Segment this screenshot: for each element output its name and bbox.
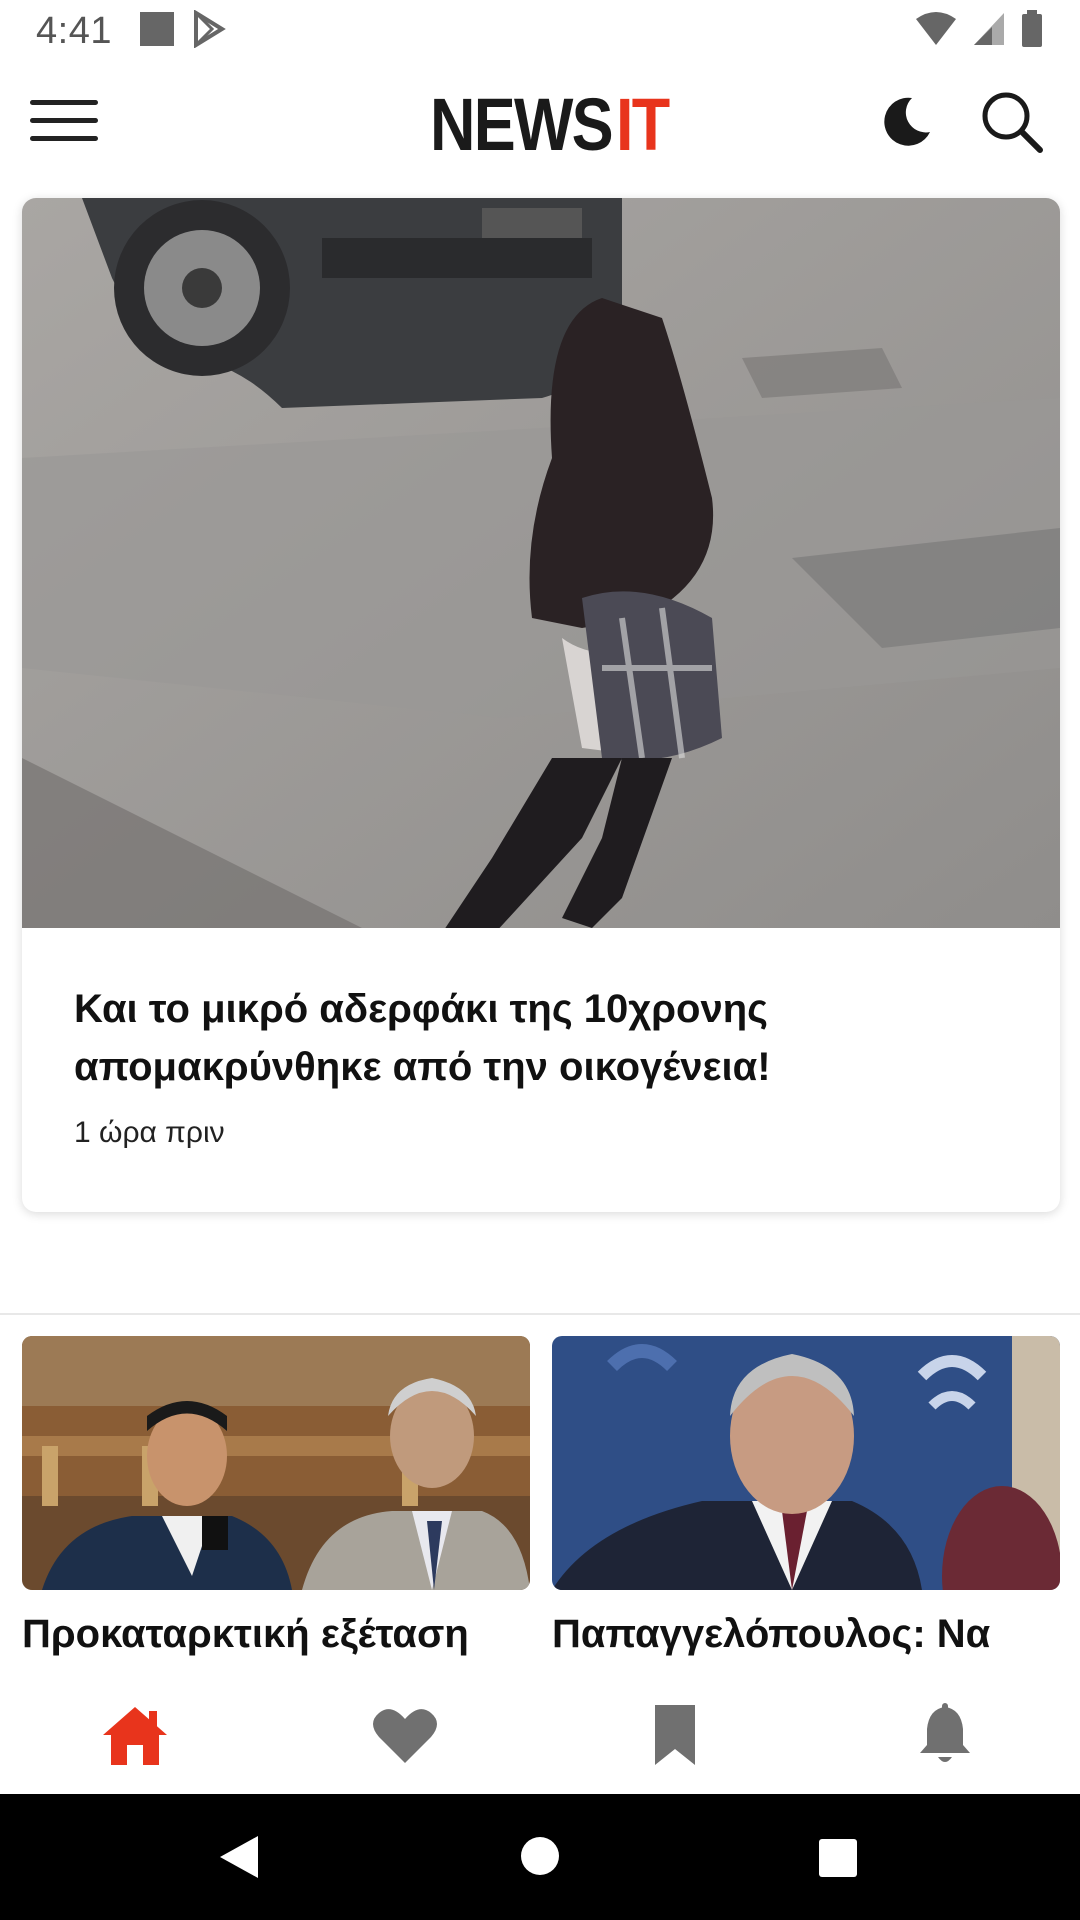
hero-article-image — [22, 198, 1060, 928]
hamburger-menu-icon[interactable] — [30, 100, 98, 148]
section-divider — [0, 1313, 1080, 1315]
bell-icon — [917, 1702, 973, 1772]
play-store-icon — [192, 8, 226, 53]
wifi-icon — [914, 11, 958, 52]
hero-article-card[interactable]: Και το μικρό αδερφάκι της 10χρονης απομα… — [22, 198, 1060, 1212]
nav-bookmarks[interactable] — [540, 1680, 810, 1794]
system-navigation-bar — [0, 1794, 1080, 1920]
status-time: 4:41 — [36, 9, 112, 52]
nav-home[interactable] — [0, 1680, 270, 1794]
back-icon[interactable] — [218, 1834, 260, 1885]
article-image — [552, 1336, 1060, 1590]
nav-notifications[interactable] — [810, 1680, 1080, 1794]
home-icon — [101, 1703, 169, 1772]
article-card[interactable]: Προκαταρκτική εξέταση — [22, 1336, 530, 1666]
logo-text-news: NEWS — [430, 82, 614, 166]
status-bar: 4:41 — [0, 0, 1080, 62]
app-bar: NEWS IT — [0, 62, 1080, 182]
recents-icon[interactable] — [818, 1838, 858, 1883]
search-icon[interactable] — [978, 88, 1046, 156]
square-notification-icon — [138, 10, 176, 53]
article-title[interactable]: Προκαταρκτική εξέταση — [22, 1612, 542, 1657]
article-card[interactable]: Παπαγγελόπουλος: Να — [552, 1336, 1060, 1666]
article-title[interactable]: Παπαγγελόπουλος: Να — [552, 1612, 1072, 1657]
hero-article-title[interactable]: Και το μικρό αδερφάκι της 10χρονης απομα… — [74, 980, 1014, 1096]
bottom-navigation — [0, 1680, 1080, 1794]
hero-article-time: 1 ώρα πριν — [74, 1116, 225, 1149]
bookmark-icon — [653, 1703, 697, 1772]
heart-icon — [371, 1705, 439, 1770]
signal-icon — [972, 11, 1006, 52]
moon-icon[interactable] — [876, 92, 936, 152]
logo-text-it: IT — [616, 82, 670, 166]
newsit-logo[interactable]: NEWS IT — [430, 82, 678, 166]
article-image — [22, 1336, 530, 1590]
nav-favorites[interactable] — [270, 1680, 540, 1794]
battery-icon — [1020, 9, 1044, 53]
home-circle-icon[interactable] — [520, 1836, 560, 1881]
